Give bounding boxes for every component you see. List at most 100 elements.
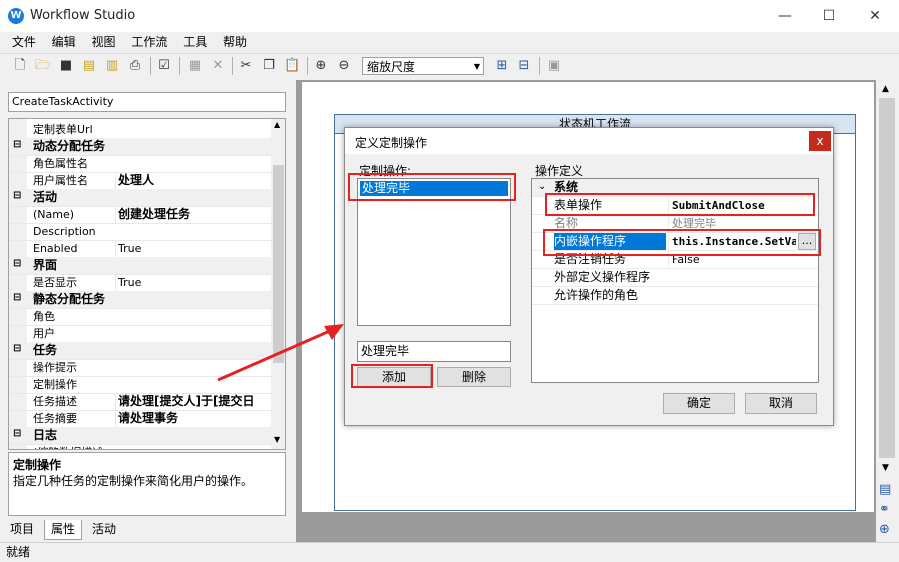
- toolbar: 🗋 🗁 ■ ▤ ▥ ⎙ ☑ ▦ ✕ ✂ ❐ 📋 ⊕ ⊖ 缩放尺度 ▼ ⊞ ⊟ ▣: [0, 53, 899, 81]
- property-value[interactable]: True: [115, 274, 271, 291]
- property-name: 任务摘要: [33, 412, 77, 425]
- collapse-icon[interactable]: ⌄: [538, 181, 546, 192]
- def-label: 操作定义: [535, 164, 584, 178]
- category-name: 界面: [33, 258, 58, 272]
- property-scrollbar[interactable]: ▲ ▼: [271, 119, 285, 449]
- property-category[interactable]: ⊟ 界面: [9, 257, 271, 275]
- tab-project[interactable]: 项目: [4, 520, 40, 539]
- def-name: 允许操作的角色: [554, 288, 639, 302]
- menu-file[interactable]: 文件: [6, 32, 42, 52]
- property-row[interactable]: 是否显示 True: [9, 274, 271, 292]
- dialog-close-button[interactable]: x: [809, 131, 831, 151]
- menu-workflow[interactable]: 工作流: [125, 32, 173, 52]
- collapse-icon[interactable]: ⊟: [13, 139, 21, 150]
- delete-button[interactable]: 删除: [437, 367, 511, 387]
- property-row[interactable]: 角色属性名: [9, 155, 271, 173]
- menu-tools[interactable]: 工具: [177, 32, 213, 52]
- chevron-down-icon: ▼: [473, 62, 480, 71]
- check-icon[interactable]: ☑: [156, 58, 172, 74]
- menu-edit[interactable]: 编辑: [46, 32, 82, 52]
- paste-icon[interactable]: 📋: [284, 58, 300, 74]
- menu-help[interactable]: 帮助: [217, 32, 253, 52]
- highlight-ops-item: [348, 173, 516, 201]
- property-description: 定制操作 指定几种任务的定制操作来简化用户的操作。: [8, 452, 286, 516]
- def-row-allowed-roles[interactable]: 允许操作的角色: [532, 287, 818, 305]
- property-row[interactable]: Enabled True: [9, 240, 271, 258]
- property-name: 是否显示: [33, 276, 77, 289]
- property-category[interactable]: ⊟ 日志: [9, 427, 271, 445]
- category-name: 活动: [33, 190, 58, 204]
- title-bar: W Workflow Studio — ☐ ✕: [0, 0, 899, 32]
- property-category[interactable]: ⊟ 静态分配任务: [9, 291, 271, 309]
- copy-icon[interactable]: ❐: [261, 58, 277, 74]
- zoom-select-value: 缩放尺度: [367, 60, 416, 74]
- cut-icon[interactable]: ✂: [238, 58, 254, 74]
- delete-icon[interactable]: ✕: [210, 58, 226, 74]
- export-icon[interactable]: ▤: [81, 58, 97, 74]
- vertical-scrollbar[interactable]: ▲ ▼ ▤ ⚭ ⊕: [876, 80, 899, 542]
- category-name: 静态分配任务: [33, 292, 106, 306]
- collapse-icon[interactable]: ⊟: [516, 58, 532, 74]
- property-value[interactable]: True: [115, 240, 271, 257]
- scroll-down-icon[interactable]: ▼: [882, 463, 889, 473]
- collapse-icon[interactable]: ⊟: [13, 292, 21, 303]
- property-row[interactable]: (Name) 创建处理任务: [9, 206, 271, 224]
- property-value[interactable]: 请处理事务: [115, 410, 271, 427]
- scroll-thumb[interactable]: [879, 98, 895, 458]
- property-value[interactable]: 请处理[提交人]于[提交日: [115, 393, 271, 410]
- collapse-icon[interactable]: ⊟: [13, 343, 21, 354]
- save-icon[interactable]: ■: [58, 58, 74, 74]
- collapse-icon[interactable]: ⊟: [13, 190, 21, 201]
- print-icon[interactable]: ⎙: [127, 58, 143, 74]
- zoom-icon[interactable]: ⊕: [879, 522, 890, 537]
- collapse-icon[interactable]: ⊟: [13, 428, 21, 439]
- status-text: 就绪: [6, 545, 31, 559]
- property-name: 操作提示: [33, 361, 77, 374]
- activity-selector[interactable]: CreateTaskActivity: [8, 92, 286, 112]
- property-category[interactable]: ⊟ 动态分配任务: [9, 138, 271, 156]
- property-row[interactable]: 任务摘要 请处理事务: [9, 410, 271, 428]
- zoom-in-icon[interactable]: ⊕: [313, 58, 329, 74]
- property-value[interactable]: 创建处理任务: [115, 206, 271, 223]
- zoom-out-icon[interactable]: ⊖: [336, 58, 352, 74]
- open-folder-icon[interactable]: 🗁: [35, 58, 51, 74]
- import-icon[interactable]: ▥: [104, 58, 120, 74]
- highlight-inline-proc: [543, 229, 821, 256]
- highlight-add-button: [351, 364, 433, 388]
- scroll-up-icon[interactable]: ▲: [882, 84, 889, 94]
- binoculars-icon[interactable]: ⚭: [879, 502, 890, 517]
- property-row[interactable]: 任务描述 请处理[提交人]于[提交日: [9, 393, 271, 411]
- monitor-icon[interactable]: ▣: [546, 58, 562, 74]
- property-row[interactable]: 定制表单Url: [9, 121, 271, 139]
- scroll-down-icon[interactable]: ▼: [274, 435, 280, 444]
- op-name-input[interactable]: 处理完毕: [357, 341, 511, 362]
- expand-icon[interactable]: ⊞: [494, 58, 510, 74]
- menu-view[interactable]: 视图: [86, 32, 122, 52]
- highlight-form-op: [545, 193, 815, 216]
- scroll-up-icon[interactable]: ▲: [274, 120, 280, 129]
- new-file-icon[interactable]: 🗋: [12, 58, 28, 74]
- property-name: Description: [33, 225, 96, 238]
- cancel-button[interactable]: 取消: [745, 393, 817, 414]
- property-value[interactable]: 处理人: [115, 172, 271, 189]
- properties-panel: CreateTaskActivity 定制表单Url ⊟ 动态分配任务 角色属性名 用户…: [0, 80, 296, 542]
- dialog-title-bar: 定义定制操作 x: [345, 128, 833, 154]
- window-title: Workflow Studio: [30, 8, 136, 23]
- property-name: 用户: [33, 327, 55, 340]
- property-row[interactable]: 用户属性名 处理人: [9, 172, 271, 190]
- collapse-icon[interactable]: ⊟: [13, 258, 21, 269]
- property-category[interactable]: ⊟ 活动: [9, 189, 271, 207]
- app-logo-icon: W: [8, 8, 24, 24]
- property-row[interactable]: (缩略数据描述: [9, 444, 271, 449]
- grid-icon[interactable]: ▦: [187, 58, 203, 74]
- close-button[interactable]: ✕: [852, 0, 898, 32]
- zoom-select[interactable]: 缩放尺度 ▼: [362, 57, 484, 75]
- tab-properties[interactable]: 属性: [44, 520, 83, 540]
- minimize-button[interactable]: —: [762, 0, 808, 32]
- tab-activities[interactable]: 活动: [86, 520, 122, 539]
- ok-button[interactable]: 确定: [663, 393, 735, 414]
- maximize-button[interactable]: ☐: [806, 0, 852, 32]
- def-row-external-proc[interactable]: 外部定义操作程序: [532, 269, 818, 287]
- property-row[interactable]: Description: [9, 223, 271, 241]
- page-icon[interactable]: ▤: [879, 482, 891, 497]
